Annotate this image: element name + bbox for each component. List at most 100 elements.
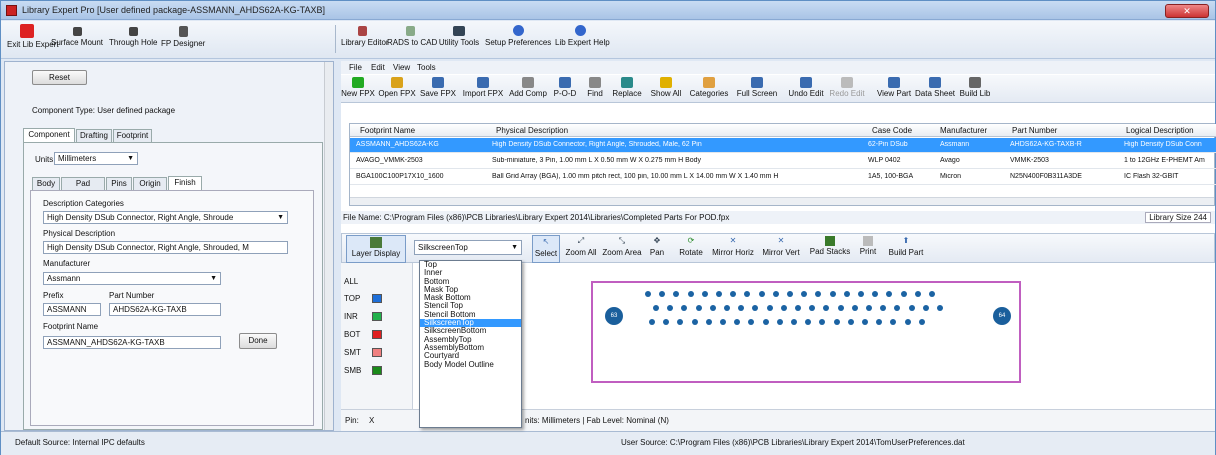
pod-button[interactable]: P-O-D <box>551 76 579 102</box>
mirror-vert-button[interactable]: ✕ Mirror Vert <box>760 235 802 263</box>
build-part-button[interactable]: ⬆ Build Part <box>886 235 926 263</box>
description-categories-combo[interactable]: High Density DSub Connector, Right Angle… <box>43 211 288 224</box>
col-case-code[interactable]: Case Code <box>872 126 912 135</box>
footprint-name-field[interactable]: ASSMANN_AHDS62A-KG-TAXB <box>43 336 221 349</box>
close-button[interactable]: ✕ <box>1165 4 1209 18</box>
find-button[interactable]: Find <box>585 76 605 102</box>
through-hole-icon <box>128 27 138 36</box>
subtab-pins[interactable]: Pins <box>106 177 132 190</box>
table-row[interactable]: AVAGO_VMMK-2503 Sub-miniature, 3 Pin, 1.… <box>350 154 1216 169</box>
table-row[interactable]: BGA100C100P17X10_1600 Ball Grid Array (B… <box>350 170 1216 185</box>
physical-description-field[interactable]: High Density DSub Connector, Right Angle… <box>43 241 288 254</box>
categories-button[interactable]: Categories <box>687 76 731 102</box>
part-number-field[interactable]: AHDS62A-KG-TAXB <box>109 303 221 316</box>
show-all-button[interactable]: Show All <box>647 76 685 102</box>
menu-view[interactable]: View <box>393 63 410 72</box>
menu-file[interactable]: File <box>349 63 362 72</box>
mirror-horiz-button[interactable]: ✕ Mirror Horiz <box>710 235 756 263</box>
import-fpx-button[interactable]: Import FPX <box>461 76 505 102</box>
footprint-canvas[interactable]: 63 64 <box>591 281 1021 383</box>
col-part-number[interactable]: Part Number <box>1012 126 1057 135</box>
subtab-finish[interactable]: Finish <box>168 176 202 190</box>
pin-pad <box>762 319 769 325</box>
dropdown-option[interactable]: Body Model Outline <box>420 360 521 369</box>
undo-edit-button[interactable]: Undo Edit <box>787 76 825 102</box>
pad-stacks-button[interactable]: Pad Stacks <box>808 235 852 263</box>
layer-color-swatch[interactable] <box>372 294 382 303</box>
subtab-body[interactable]: Body <box>32 177 60 190</box>
tab-footprint[interactable]: Footprint <box>113 129 152 142</box>
pan-button[interactable]: ✥ Pan <box>646 235 668 263</box>
print-button[interactable]: Print <box>856 235 880 263</box>
add-comp-button[interactable]: Add Comp <box>507 76 549 102</box>
layer-bottom[interactable]: BOT <box>344 330 382 339</box>
manufacturer-combo[interactable]: Assmann ▼ <box>43 272 221 285</box>
pin-pad <box>918 319 925 325</box>
setup-preferences-button[interactable]: Setup Preferences <box>485 23 551 57</box>
utility-tools-button[interactable]: Utility Tools <box>437 23 481 57</box>
table-row[interactable]: ASSMANN_AHDS62A-KG High Density DSub Con… <box>350 138 1216 153</box>
replace-button[interactable]: Replace <box>609 76 645 102</box>
units-combo[interactable]: Millimeters ▼ <box>54 152 138 165</box>
layer-display-button[interactable]: Layer Display <box>346 235 406 263</box>
pin-pad <box>823 305 830 311</box>
subtab-pad-stacks[interactable]: Pad Stacks <box>61 177 105 200</box>
layer-inner[interactable]: INR <box>344 312 382 321</box>
build-lib-button[interactable]: Build Lib <box>957 76 993 102</box>
view-part-button[interactable]: View Part <box>875 76 913 102</box>
fp-designer-button[interactable]: FP Designer <box>161 23 205 57</box>
zoom-area-button[interactable]: ⤡ Zoom Area <box>602 235 642 263</box>
tab-drafting[interactable]: Drafting <box>76 129 112 142</box>
left-panel-scrollbar[interactable] <box>324 62 333 430</box>
surface-mount-button[interactable]: Surface Mount <box>51 23 103 57</box>
col-logical-description[interactable]: Logical Description <box>1126 126 1194 135</box>
rads-to-cad-button[interactable]: RADS to CAD <box>387 23 437 57</box>
pin-pad <box>780 305 787 311</box>
tab-component[interactable]: Component <box>23 128 75 142</box>
layer-combo[interactable]: SilkscreenTop ▼ <box>414 240 522 255</box>
new-fpx-button[interactable]: New FPX <box>341 76 375 102</box>
redo-edit-button[interactable]: Redo Edit <box>829 76 865 102</box>
reset-button[interactable]: Reset <box>32 70 87 85</box>
library-editor-button[interactable]: Library Editor <box>341 23 389 57</box>
star-icon <box>660 77 672 88</box>
layer-color-swatch[interactable] <box>372 366 382 375</box>
open-fpx-button[interactable]: Open FPX <box>377 76 417 102</box>
full-screen-button[interactable]: Full Screen <box>735 76 779 102</box>
zoom-all-button[interactable]: ⤢ Zoom All <box>564 235 598 263</box>
col-footprint-name[interactable]: Footprint Name <box>360 126 415 135</box>
pin-pad <box>663 319 670 325</box>
layer-color-swatch[interactable] <box>372 312 382 321</box>
through-hole-button[interactable]: Through Hole <box>109 23 157 57</box>
menu-edit[interactable]: Edit <box>371 63 385 72</box>
status-bar: Default Source: Internal IPC defaults Us… <box>1 431 1215 455</box>
data-sheet-button[interactable]: Data Sheet <box>915 76 955 102</box>
subtab-origin[interactable]: Origin <box>133 177 167 190</box>
pin-pad <box>677 319 684 325</box>
layer-color-swatch[interactable] <box>372 348 382 357</box>
rotate-button[interactable]: ⟳ Rotate <box>676 235 706 263</box>
pin-pad <box>645 291 651 297</box>
layer-smb[interactable]: SMB <box>344 366 382 375</box>
component-panel: Reset Component Type: User defined packa… <box>4 61 334 431</box>
pin-pad <box>709 305 716 311</box>
select-button[interactable]: ↖ Select <box>532 235 560 263</box>
prefix-field[interactable]: ASSMANN <box>43 303 101 316</box>
pin-pad <box>795 305 801 311</box>
default-source-text: Default Source: Internal IPC defaults <box>15 438 145 447</box>
save-fpx-button[interactable]: Save FPX <box>419 76 457 102</box>
pin-pad <box>914 291 921 297</box>
done-button[interactable]: Done <box>239 333 277 349</box>
layer-top[interactable]: TOP <box>344 294 382 303</box>
col-physical-description[interactable]: Physical Description <box>496 126 568 135</box>
layer-all[interactable]: ALL <box>344 277 358 286</box>
layer-smt[interactable]: SMT <box>344 348 382 357</box>
menu-tools[interactable]: Tools <box>417 63 436 72</box>
col-manufacturer[interactable]: Manufacturer <box>940 126 987 135</box>
lib-expert-help-button[interactable]: Lib Expert Help <box>555 23 610 57</box>
table-horizontal-scrollbar[interactable] <box>350 197 1214 205</box>
pin-pad <box>876 319 883 325</box>
library-size-text: Library Size 244 <box>1145 212 1211 223</box>
layer-color-swatch[interactable] <box>372 330 382 339</box>
exit-lib-expert-button[interactable]: Exit Lib Expert <box>7 23 59 57</box>
